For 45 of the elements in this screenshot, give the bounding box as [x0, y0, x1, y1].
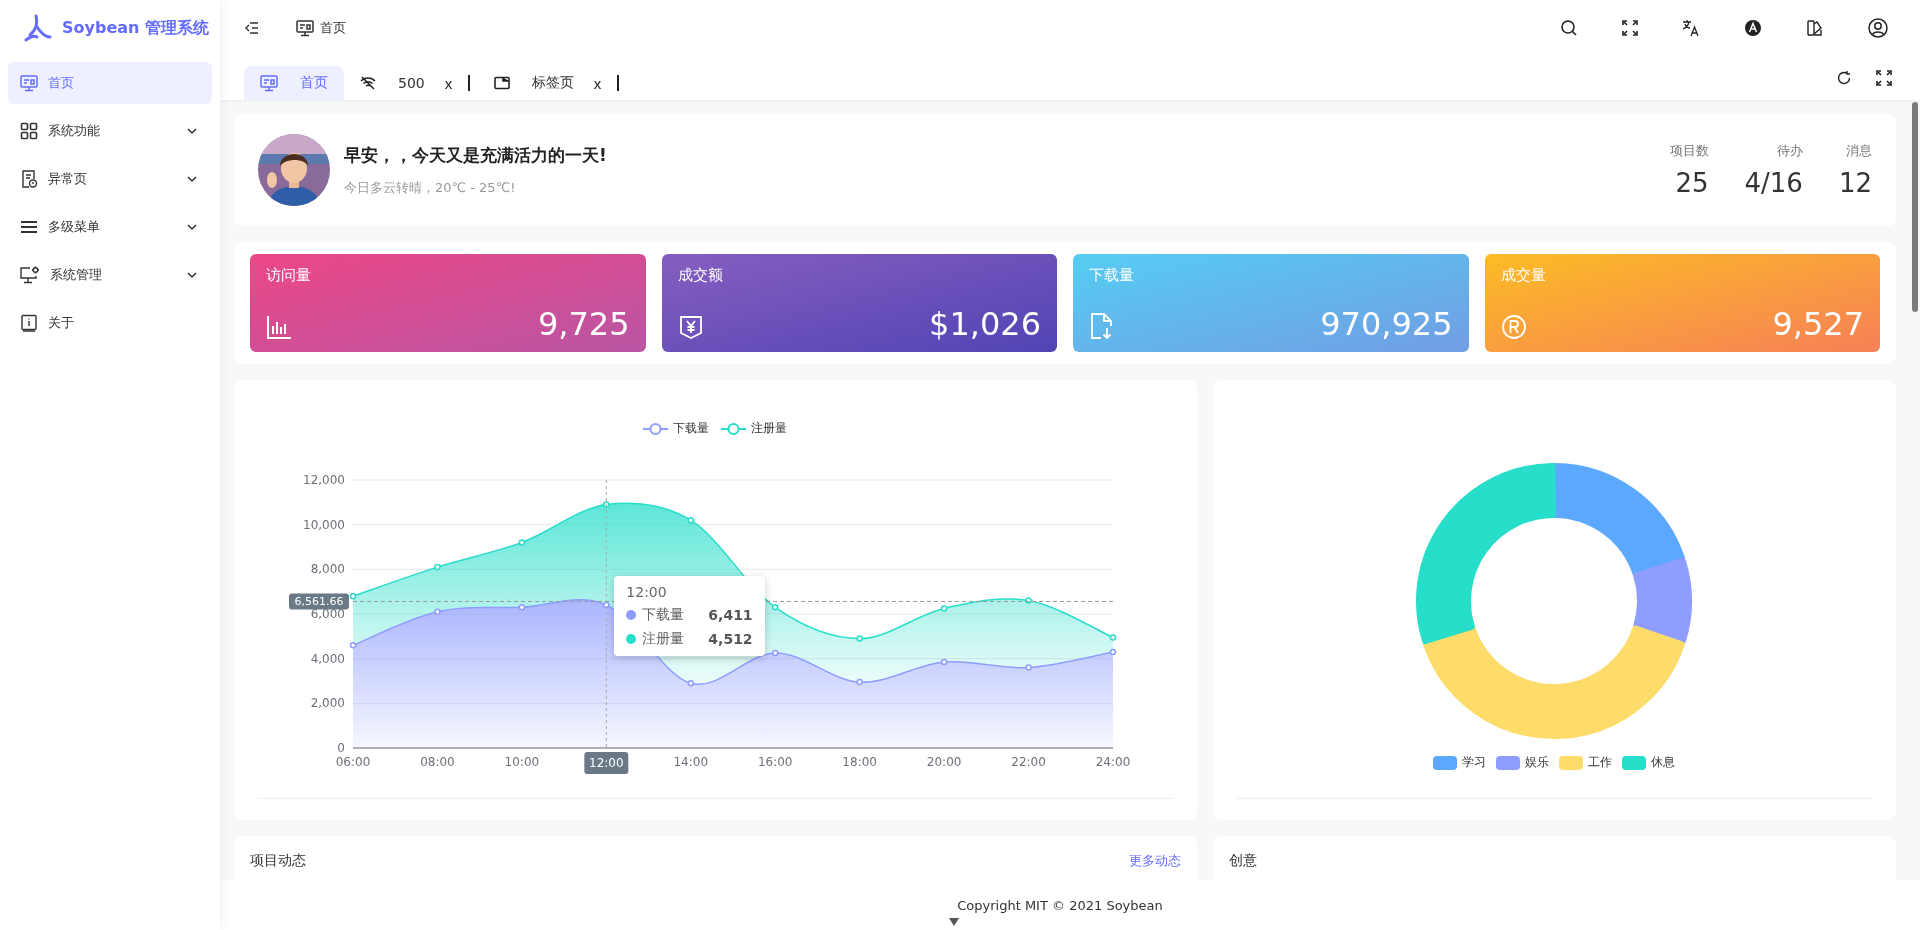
stat-value: 25: [1675, 168, 1709, 198]
card-title: 成交量: [1500, 266, 1547, 285]
y-tick-label: 10,000: [303, 517, 345, 532]
panel-title: 创意: [1228, 852, 1257, 870]
tooltip-value: 4,512: [708, 631, 753, 647]
axis-pointer-label: 6,561.66: [289, 593, 349, 610]
y-tick-label: 0: [337, 741, 345, 755]
y-tick-label: 8,000: [310, 562, 345, 577]
stat-label: 项目数: [1669, 142, 1709, 160]
card-title: 下载量: [1089, 266, 1135, 285]
x-tick-label: 12:00: [589, 756, 624, 770]
app-name: Soybean 管理系统: [62, 17, 209, 39]
x-tick-label: 18:00: [842, 755, 877, 769]
y-tick-label: 6,000: [310, 607, 345, 621]
copyright-text: Copyright MIT © 2021 Soybean: [957, 897, 1163, 913]
card-value: 9,725: [537, 308, 630, 340]
stat-label: 消息: [1846, 142, 1872, 160]
panel-title: 项目动态: [250, 852, 306, 870]
stat-value: 12: [1838, 168, 1872, 198]
x-tick-label: 06:00: [335, 755, 371, 769]
card-value: 9,527: [1772, 308, 1864, 340]
x-tick-label: 20:00: [926, 755, 962, 769]
card-title: 成交额: [677, 266, 724, 285]
tooltip-label: 下载量: [642, 606, 685, 624]
stat-label: 待办: [1776, 142, 1803, 160]
axis-pointer-label: 12:00: [584, 752, 629, 774]
ref-line-label: 6,561.66: [294, 595, 344, 609]
y-tick-label: 12,000: [303, 473, 345, 487]
x-tick-label: 08:00: [420, 755, 455, 769]
card-value: $1,026: [929, 308, 1041, 340]
x-tick-label: 10:00: [504, 755, 540, 769]
tooltip-value: 6,411: [708, 607, 753, 623]
tooltip-label: 注册量: [642, 630, 685, 648]
x-tick-label: 16:00: [757, 755, 793, 769]
x-tick-label: 22:00: [1011, 755, 1046, 769]
tooltip-title: 12:00: [626, 584, 668, 600]
card-value: 970,925: [1320, 308, 1453, 340]
greeting-title: 早安，，今天又是充满活力的一天!: [344, 143, 607, 167]
x-tick-label: 14:00: [673, 755, 709, 769]
card-title: 访问量: [266, 266, 312, 285]
y-tick-label: 4,000: [310, 651, 345, 666]
x-tick-label: 24:00: [1095, 755, 1131, 769]
weather-text: 今日多云转晴，20℃ - 25℃!: [344, 178, 517, 197]
stat-value: 4/16: [1744, 168, 1803, 198]
y-tick-label: 2,000: [310, 696, 345, 711]
